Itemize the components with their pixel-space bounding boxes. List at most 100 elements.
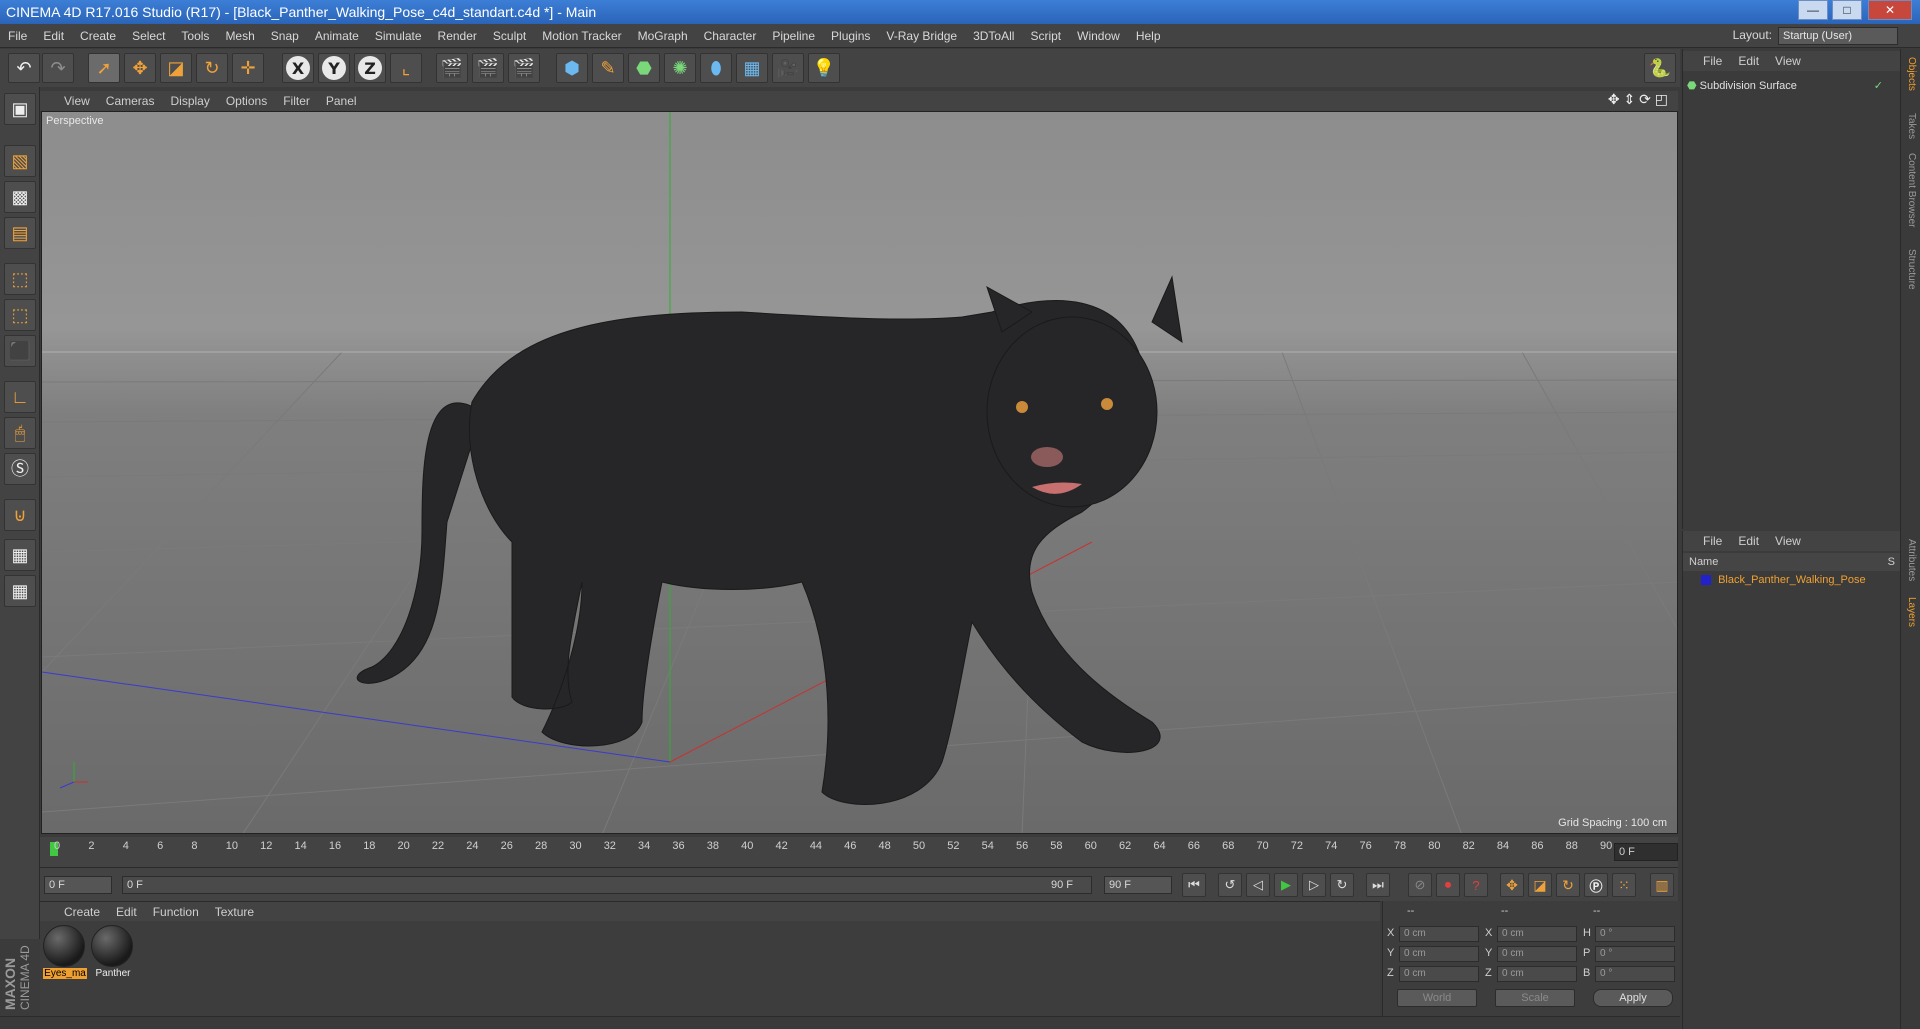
position-y-field[interactable]: 0 cm xyxy=(1399,946,1479,962)
deformer-button[interactable]: ⬮ xyxy=(700,53,732,83)
material-swatch-eyes[interactable]: Eyes_ma xyxy=(43,925,87,981)
material-menu-create[interactable]: Create xyxy=(56,902,108,922)
menu-script[interactable]: Script xyxy=(1022,24,1069,48)
menu-render[interactable]: Render xyxy=(430,24,485,48)
viewport-nav-icons[interactable]: ✥ ⇕ ⟳ ◰ xyxy=(1608,92,1668,106)
tab-content-browser[interactable]: Content Browser xyxy=(1906,153,1917,227)
workplane-mode-button[interactable]: ▤ xyxy=(4,217,36,249)
menu-help[interactable]: Help xyxy=(1128,24,1169,48)
material-menu-texture[interactable]: Texture xyxy=(207,902,262,922)
render-settings-button[interactable]: 🎬 xyxy=(508,53,540,83)
y-axis-button[interactable]: Y xyxy=(318,53,350,83)
floor-button[interactable]: ▦ xyxy=(736,53,768,83)
menu-animate[interactable]: Animate xyxy=(307,24,367,48)
menu-select[interactable]: Select xyxy=(124,24,173,48)
prev-key-button[interactable]: ↺ xyxy=(1218,873,1242,897)
scale-tool-button[interactable]: ◪ xyxy=(160,53,192,83)
viewport-menu-cameras[interactable]: Cameras xyxy=(98,91,163,111)
coordinate-mode-select[interactable]: World xyxy=(1397,989,1477,1007)
menu-plugins[interactable]: Plugins xyxy=(823,24,878,48)
camera-button[interactable]: 🎥 xyxy=(772,53,804,83)
coordinate-system-button[interactable]: ⌞ xyxy=(390,53,422,83)
menu-tools[interactable]: Tools xyxy=(173,24,217,48)
3d-viewport[interactable]: Perspective Grid Spacing : 100 cm xyxy=(41,111,1678,834)
lock-workplane-button[interactable]: ▦ xyxy=(4,539,36,571)
cube-button[interactable]: ⬢ xyxy=(556,53,588,83)
apply-button[interactable]: Apply xyxy=(1593,989,1673,1007)
recent-tool-button[interactable]: ✛ xyxy=(232,53,264,83)
current-frame-field[interactable]: 0 F xyxy=(1614,843,1678,861)
record-active-button[interactable]: ⊘ xyxy=(1408,873,1432,897)
objects-menu-edit[interactable]: Edit xyxy=(1730,51,1767,71)
redo-button[interactable]: ↷ xyxy=(42,53,74,83)
menu-window[interactable]: Window xyxy=(1069,24,1128,48)
z-axis-button[interactable]: Z xyxy=(354,53,386,83)
play-button[interactable]: ▶ xyxy=(1274,873,1298,897)
menu-3dtoall[interactable]: 3DToAll xyxy=(965,24,1022,48)
rotation-h-field[interactable]: 0 ° xyxy=(1595,926,1675,942)
snap-button[interactable]: Ⓢ xyxy=(4,453,36,485)
tab-layers[interactable]: Layers xyxy=(1906,597,1917,627)
menu-mograph[interactable]: MoGraph xyxy=(630,24,696,48)
maximize-button[interactable]: □ xyxy=(1832,0,1862,20)
x-axis-button[interactable]: X xyxy=(282,53,314,83)
texture-mode-button[interactable]: ▩ xyxy=(4,181,36,213)
start-frame-field[interactable]: 0 F xyxy=(44,876,112,894)
menu-character[interactable]: Character xyxy=(696,24,765,48)
layout-select[interactable]: Startup (User) xyxy=(1778,27,1898,45)
prev-frame-button[interactable]: ◁ xyxy=(1246,873,1270,897)
move-tool-button[interactable]: ✥ xyxy=(124,53,156,83)
layers-menu-view[interactable]: View xyxy=(1767,531,1809,551)
rotation-p-field[interactable]: 0 ° xyxy=(1595,946,1675,962)
key-rotation-button[interactable]: ↻ xyxy=(1556,873,1580,897)
polygons-mode-button[interactable]: ⬛ xyxy=(4,335,36,367)
menu-edit[interactable]: Edit xyxy=(35,24,72,48)
viewport-menu-panel[interactable]: Panel xyxy=(318,91,365,111)
object-row-subdivision-surface[interactable]: ⬣ Subdivision Surface ✓ xyxy=(1687,77,1897,95)
points-mode-button[interactable]: ⬚ xyxy=(4,263,36,295)
menu-simulate[interactable]: Simulate xyxy=(367,24,430,48)
light-button[interactable]: 💡 xyxy=(808,53,840,83)
viewport-menu-options[interactable]: Options xyxy=(218,91,275,111)
menu-motion-tracker[interactable]: Motion Tracker xyxy=(534,24,629,48)
menu-snap[interactable]: Snap xyxy=(263,24,307,48)
undo-button[interactable]: ↶ xyxy=(8,53,40,83)
viewport-menu-filter[interactable]: Filter xyxy=(275,91,318,111)
frame-range-slider[interactable]: 0 F 90 F xyxy=(122,876,1092,894)
position-z-field[interactable]: 0 cm xyxy=(1399,966,1479,982)
next-key-button[interactable]: ↻ xyxy=(1330,873,1354,897)
material-menu-function[interactable]: Function xyxy=(145,902,207,922)
objects-menu-view[interactable]: View xyxy=(1767,51,1809,71)
layer-row-black-panther[interactable]: Black_Panther_Walking_Pose xyxy=(1687,571,1897,589)
size-x-field[interactable]: 0 cm xyxy=(1497,926,1577,942)
key-position-button[interactable]: ✥ xyxy=(1500,873,1524,897)
tab-structure[interactable]: Structure xyxy=(1906,249,1917,290)
layer-color-swatch[interactable] xyxy=(1701,575,1711,586)
go-to-start-button[interactable]: ⏮ xyxy=(1182,873,1206,897)
next-frame-button[interactable]: ▷ xyxy=(1302,873,1326,897)
menu-pipeline[interactable]: Pipeline xyxy=(764,24,823,48)
viewport-menu-view[interactable]: View xyxy=(56,91,98,111)
scale-mode-select[interactable]: Scale xyxy=(1495,989,1575,1007)
enabled-check-icon[interactable]: ✓ xyxy=(1874,77,1883,95)
key-scale-button[interactable]: ◪ xyxy=(1528,873,1552,897)
position-x-field[interactable]: 0 cm xyxy=(1399,926,1479,942)
menu-mesh[interactable]: Mesh xyxy=(217,24,262,48)
magnet-button[interactable]: ⊍ xyxy=(4,499,36,531)
go-to-end-button[interactable]: ⏭ xyxy=(1366,873,1390,897)
minimize-button[interactable]: — xyxy=(1798,0,1828,20)
render-picture-viewer-button[interactable]: 🎬 xyxy=(472,53,504,83)
tab-takes[interactable]: Takes xyxy=(1906,113,1917,139)
planar-workplane-button[interactable]: ▦ xyxy=(4,575,36,607)
layers-menu-file[interactable]: File xyxy=(1695,531,1730,551)
make-editable-button[interactable]: ▣ xyxy=(4,93,36,125)
size-z-field[interactable]: 0 cm xyxy=(1497,966,1577,982)
pen-spline-button[interactable]: ✎ xyxy=(592,53,624,83)
key-pla-button[interactable]: ⁙ xyxy=(1612,873,1636,897)
close-button[interactable]: ✕ xyxy=(1868,0,1912,20)
edges-mode-button[interactable]: ⬚ xyxy=(4,299,36,331)
rotate-tool-button[interactable]: ↻ xyxy=(196,53,228,83)
array-button[interactable]: ✺ xyxy=(664,53,696,83)
autokey-button[interactable]: ⏺ xyxy=(1436,873,1460,897)
rotation-b-field[interactable]: 0 ° xyxy=(1595,966,1675,982)
